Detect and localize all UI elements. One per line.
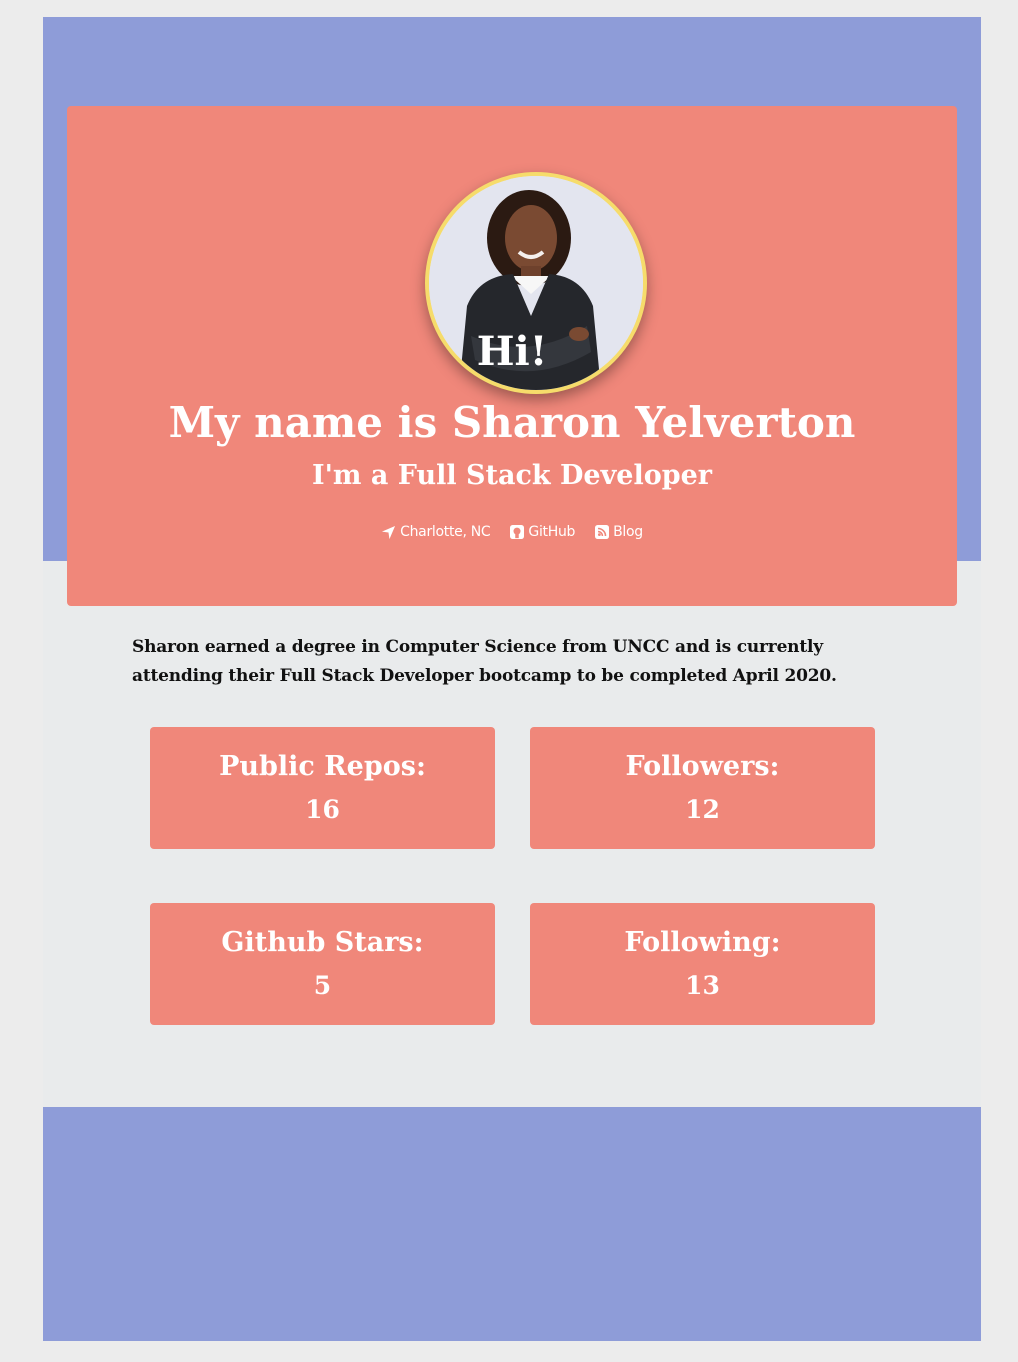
github-label: GitHub [528,524,576,540]
profile-hero-card: Hi! My name is Sharon Yelverton I'm a Fu… [67,106,957,606]
footer-band [43,1107,981,1341]
stat-label: Followers: [625,751,780,782]
stat-value: 16 [305,795,340,824]
role-subheading: I'm a Full Stack Developer [311,460,713,491]
location-link[interactable]: Charlotte, NC [381,524,491,540]
stat-value: 12 [685,795,720,824]
name-heading: My name is Sharon Yelverton [168,398,856,447]
location-arrow-icon [381,525,396,540]
blog-label: Blog [613,524,643,540]
github-stars-card: Github Stars: 5 [150,903,495,1025]
stat-value: 13 [685,971,720,1000]
followers-card: Followers: 12 [530,727,875,849]
stat-value: 5 [313,971,332,1000]
rss-square-icon [595,525,610,539]
bio-text: Sharon earned a degree in Computer Scien… [132,637,837,686]
stat-label: Following: [624,927,781,958]
stat-label: Github Stars: [221,927,424,958]
location-label: Charlotte, NC [400,524,491,540]
github-link[interactable]: GitHub [510,524,575,540]
github-square-icon [510,525,525,539]
profile-links: Charlotte, NC GitHub Blog [67,524,957,540]
following-card: Following: 13 [530,903,875,1025]
page-wrapper: Hi! My name is Sharon Yelverton I'm a Fu… [43,17,981,1341]
greeting-heading: Hi! [476,328,548,375]
public-repos-card: Public Repos: 16 [150,727,495,849]
stat-label: Public Repos: [219,751,426,782]
blog-link[interactable]: Blog [595,524,643,540]
